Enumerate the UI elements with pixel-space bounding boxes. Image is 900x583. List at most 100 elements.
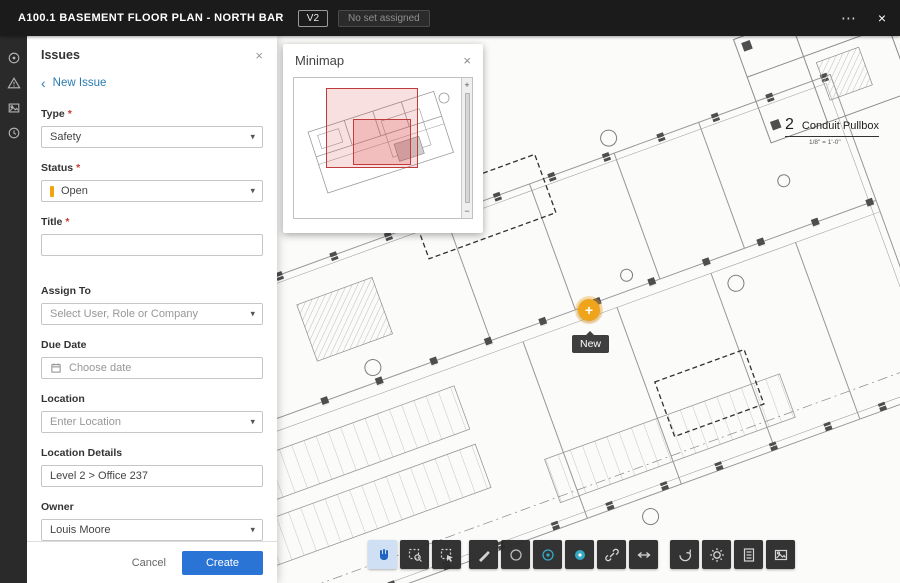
- rail-item-history[interactable]: [0, 120, 27, 145]
- more-menu-icon[interactable]: ⋯: [841, 9, 856, 27]
- arrows-icon: [636, 551, 651, 558]
- callout-number: 2: [785, 116, 794, 133]
- version-badge[interactable]: V2: [297, 9, 329, 27]
- panel-title: Issues: [41, 48, 80, 62]
- measure-button[interactable]: [629, 540, 658, 569]
- required-marker: *: [76, 162, 81, 174]
- add-issue-button[interactable]: [400, 540, 429, 569]
- chevron-down-icon: ▾: [250, 416, 255, 427]
- calendar-icon: [50, 362, 62, 374]
- rotate-icon: [678, 548, 691, 561]
- panel-footer: Cancel Create: [27, 541, 277, 583]
- callout-label: Conduit Pullbox: [801, 120, 879, 132]
- back-to-issues[interactable]: ‹ New Issue: [27, 74, 277, 102]
- due-date-picker[interactable]: Choose date: [41, 357, 263, 379]
- type-value: Safety: [50, 131, 82, 143]
- link-icon: [604, 548, 619, 561]
- issue-view-button[interactable]: [533, 540, 562, 569]
- link-button[interactable]: [597, 540, 626, 569]
- chevron-down-icon: ▾: [250, 308, 255, 319]
- photo-icon: [774, 549, 787, 560]
- rail-item-photos[interactable]: [0, 95, 27, 120]
- status-label: Status: [41, 162, 74, 174]
- minimap-map[interactable]: + −: [293, 77, 473, 219]
- hand-icon: [379, 548, 388, 560]
- rotate-button[interactable]: [670, 540, 699, 569]
- set-badge[interactable]: No set assigned: [338, 9, 430, 27]
- chevron-down-icon: ▾: [250, 131, 255, 142]
- minimap-viewport[interactable]: [326, 88, 418, 168]
- issues-panel: Issues × ‹ New Issue Type * Safety ▾ Sta…: [27, 36, 277, 583]
- gear-icon: [709, 547, 724, 562]
- minimap-window: Minimap × + −: [283, 44, 483, 233]
- minimap-viewport-inner: [353, 119, 411, 165]
- assign-to-label: Assign To: [41, 285, 91, 297]
- photo-button[interactable]: [766, 540, 795, 569]
- minimap-zoom-strip[interactable]: + −: [461, 78, 472, 218]
- location-label: Location: [41, 393, 85, 405]
- photos-icon: [8, 103, 19, 112]
- eye-icon: [541, 548, 554, 561]
- select-region-icon: [440, 548, 453, 562]
- location-select[interactable]: Enter Location ▾: [41, 411, 263, 433]
- issue-view-filled-button[interactable]: [565, 540, 594, 569]
- create-button[interactable]: Create: [181, 550, 263, 575]
- title-input[interactable]: [41, 234, 263, 256]
- chevron-left-icon: ‹: [41, 75, 46, 91]
- settings-button[interactable]: [702, 540, 731, 569]
- sheet-list-icon: [743, 547, 754, 562]
- new-issue-form: Type * Safety ▾ Status * Open ▾ Title *: [27, 102, 277, 583]
- type-select[interactable]: Safety ▾: [41, 126, 263, 148]
- rail-item-warnings[interactable]: [0, 70, 27, 95]
- viewer-toolbar: [368, 540, 795, 569]
- minimap-title: Minimap: [295, 53, 345, 68]
- due-date-placeholder: Choose date: [69, 362, 132, 374]
- panel-close-icon[interactable]: ×: [255, 48, 263, 63]
- pan-tool-button[interactable]: [368, 540, 397, 569]
- zoom-slider-handle[interactable]: [464, 93, 470, 203]
- left-rail: [0, 36, 27, 583]
- location-details-label: Location Details: [41, 447, 123, 459]
- location-details-input[interactable]: [41, 465, 263, 487]
- minimap-close-icon[interactable]: ×: [463, 53, 471, 68]
- markup-button[interactable]: [469, 540, 498, 569]
- required-marker: *: [65, 216, 70, 228]
- top-bar: A100.1 BASEMENT FLOOR PLAN - NORTH BAR V…: [0, 0, 900, 36]
- shape-tool-button[interactable]: [501, 540, 530, 569]
- new-issue-heading: New Issue: [52, 77, 107, 89]
- marker-icon: [478, 550, 490, 562]
- detail-callout: 2 Conduit Pullbox 1/8" = 1'-0": [785, 116, 879, 146]
- required-marker: *: [67, 108, 72, 120]
- chevron-down-icon: ▾: [250, 524, 255, 535]
- owner-value: Louis Moore: [50, 524, 111, 536]
- owner-label: Owner: [41, 501, 74, 513]
- zoom-out-icon[interactable]: −: [464, 206, 469, 216]
- type-label: Type: [41, 108, 65, 120]
- select-region-button[interactable]: [432, 540, 461, 569]
- close-viewer-icon[interactable]: ×: [878, 10, 886, 26]
- issues-icon: [8, 52, 19, 63]
- eye-filled-icon: [574, 549, 585, 560]
- location-placeholder: Enter Location: [50, 416, 121, 428]
- owner-select[interactable]: Louis Moore ▾: [41, 519, 263, 541]
- sheet-title: A100.1 BASEMENT FLOOR PLAN - NORTH BAR: [18, 12, 284, 24]
- zoom-in-icon[interactable]: +: [464, 80, 469, 90]
- status-select[interactable]: Open ▾: [41, 180, 263, 202]
- circle-icon: [509, 548, 522, 561]
- assign-to-placeholder: Select User, Role or Company: [50, 308, 198, 320]
- warning-icon: [6, 76, 21, 88]
- plus-icon: +: [584, 302, 594, 318]
- new-issue-tooltip: New: [572, 331, 610, 353]
- callout-scale: 1/8" = 1'-0": [809, 139, 841, 146]
- status-open-icon: [50, 185, 54, 197]
- assign-to-select[interactable]: Select User, Role or Company ▾: [41, 303, 263, 325]
- rail-item-issues[interactable]: [0, 45, 27, 70]
- due-date-label: Due Date: [41, 339, 87, 351]
- sheets-button[interactable]: [734, 540, 763, 569]
- cancel-button[interactable]: Cancel: [132, 557, 166, 569]
- zoom-region-icon: [408, 548, 422, 562]
- history-icon: [8, 127, 19, 138]
- title-label: Title: [41, 216, 63, 228]
- new-issue-pin[interactable]: +: [578, 299, 600, 321]
- status-value: Open: [61, 185, 88, 197]
